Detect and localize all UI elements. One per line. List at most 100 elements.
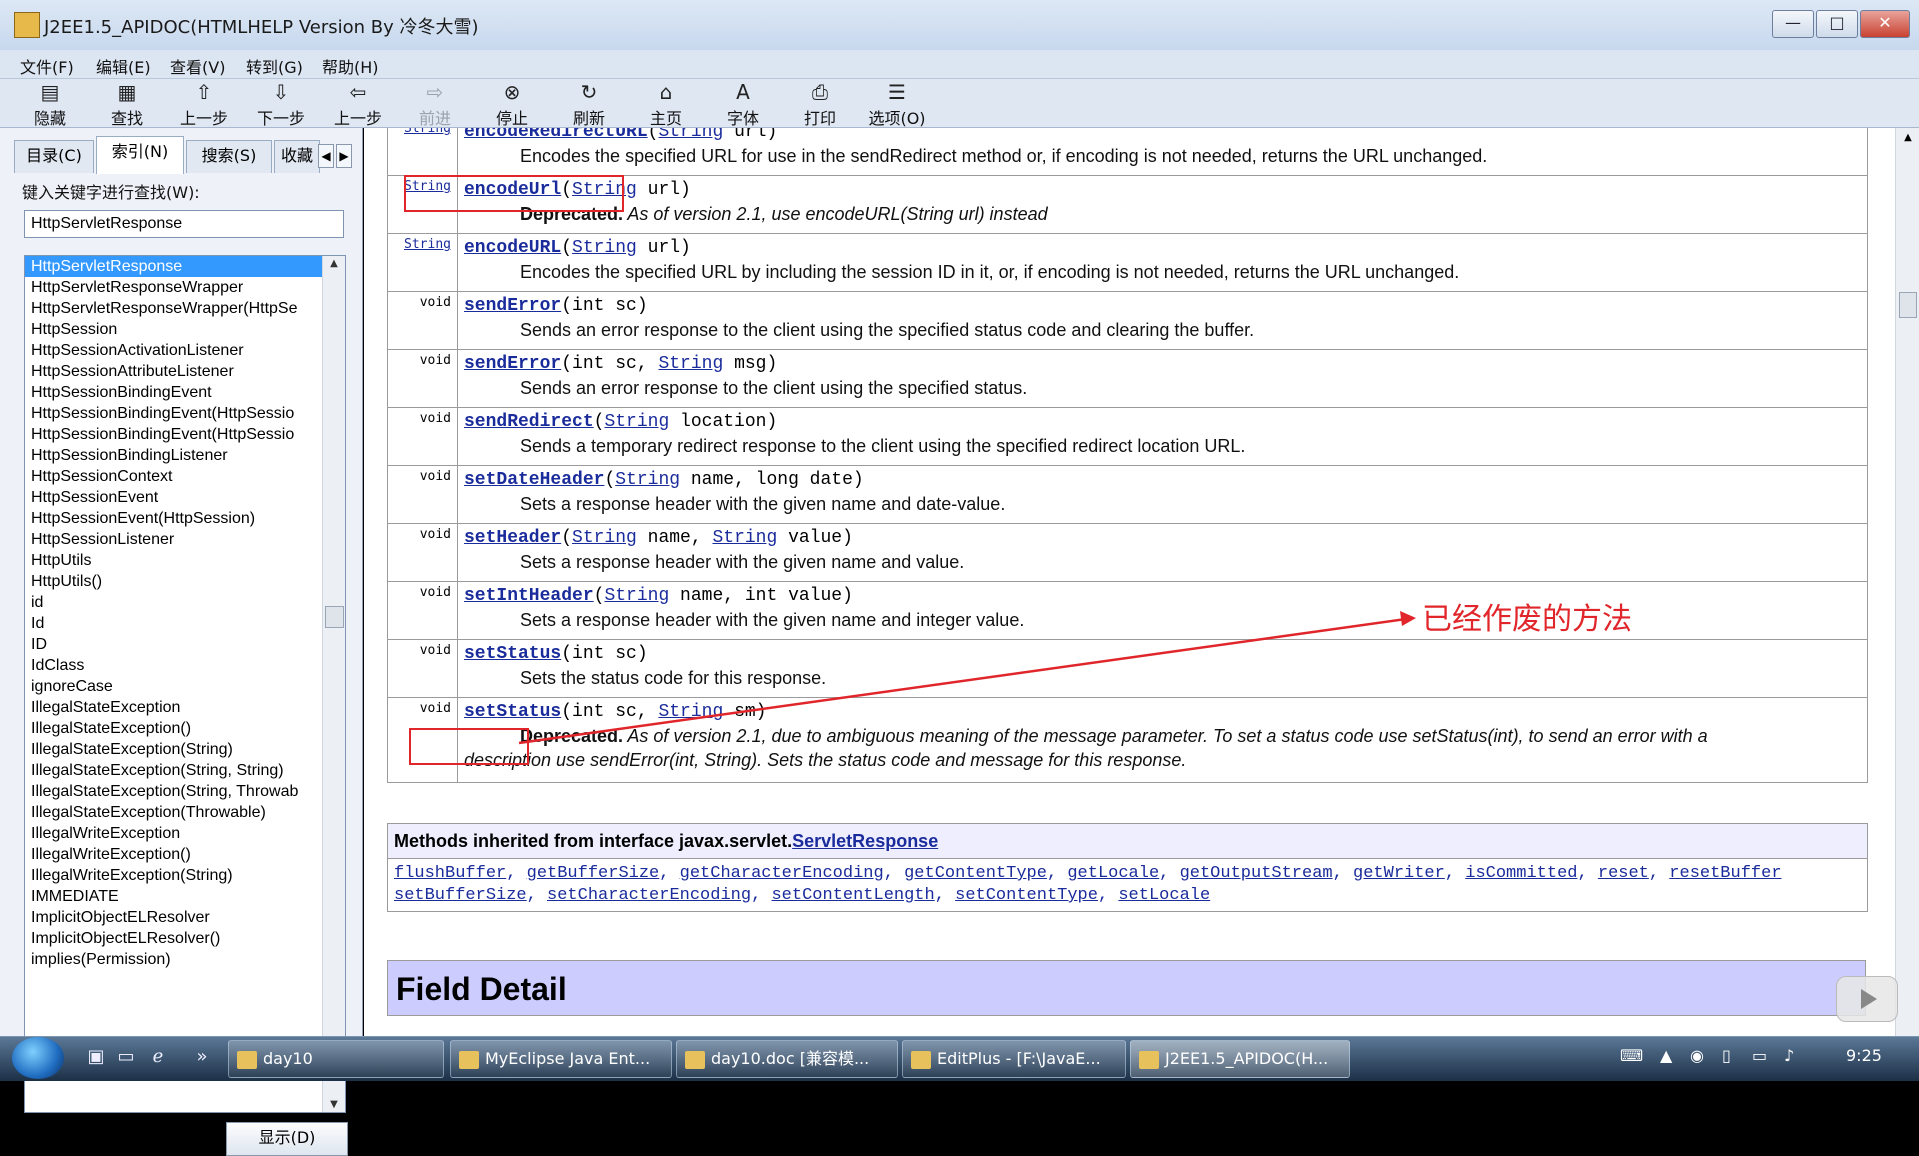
index-list-item[interactable]: IllegalWriteException(String)	[25, 865, 345, 886]
start-button[interactable]	[12, 1037, 64, 1079]
inherited-method-link[interactable]: setBufferSize	[394, 886, 527, 905]
quicklaunch-overflow-icon[interactable]: »	[190, 1046, 214, 1070]
content-scrollbar[interactable]: ▲	[1895, 128, 1919, 1036]
menu-item[interactable]: 文件(F)	[20, 54, 74, 78]
method-name-link[interactable]: sendError	[464, 296, 561, 316]
menu-item[interactable]: 编辑(E)	[96, 54, 151, 78]
display-button[interactable]: 显示(D)	[226, 1122, 348, 1156]
show-desktop-icon[interactable]: ▣	[84, 1046, 108, 1070]
toolbar-button-4[interactable]: ⇦ 上一步	[328, 79, 388, 128]
servlet-response-link[interactable]: ServletResponse	[792, 831, 938, 851]
param-type-link[interactable]: String	[572, 528, 637, 548]
param-type-link[interactable]: String	[604, 412, 669, 432]
index-list-item[interactable]: IMMEDIATE	[25, 886, 345, 907]
method-name-link[interactable]: setStatus	[464, 702, 561, 722]
inherited-method-link[interactable]: setContentType	[955, 886, 1098, 905]
index-list-item[interactable]: HttpSessionListener	[25, 529, 345, 550]
index-list-item[interactable]: HttpSessionBindingListener	[25, 445, 345, 466]
param-type-link[interactable]: String	[658, 702, 723, 722]
index-list-item[interactable]: HttpSessionActivationListener	[25, 340, 345, 361]
scroll-up-icon[interactable]: ▲	[323, 258, 345, 269]
menu-item[interactable]: 转到(G)	[246, 54, 303, 78]
inherited-method-link[interactable]: setCharacterEncoding	[547, 886, 751, 905]
index-list-item[interactable]: HttpSessionBindingEvent(HttpSessio	[25, 424, 345, 445]
toolbar-button-8[interactable]: ⌂ 主页	[636, 79, 696, 128]
inherited-method-link[interactable]: resetBuffer	[1669, 864, 1781, 883]
method-name-link[interactable]: setDateHeader	[464, 470, 604, 490]
tab-3[interactable]: 收藏	[274, 140, 320, 173]
monitor-icon[interactable]: ▭	[1752, 1046, 1767, 1065]
toolbar-button-2[interactable]: ⇧ 上一步	[174, 79, 234, 128]
index-list-item[interactable]: HttpSessionBindingEvent	[25, 382, 345, 403]
close-button[interactable]: ✕	[1860, 10, 1910, 38]
toolbar-button-9[interactable]: A 字体	[713, 79, 773, 128]
inherited-method-link[interactable]: getWriter	[1353, 864, 1445, 883]
tab-scroll-left-icon[interactable]: ◀	[318, 144, 334, 168]
index-list-item[interactable]: HttpServletResponseWrapper	[25, 277, 345, 298]
index-list-item[interactable]: IllegalWriteException()	[25, 844, 345, 865]
param-type-link[interactable]: String	[572, 238, 637, 258]
index-list-item[interactable]: IllegalStateException(String)	[25, 739, 345, 760]
method-name-link[interactable]: encodeRedirectURL	[464, 128, 648, 142]
index-list-item[interactable]: HttpSessionAttributeListener	[25, 361, 345, 382]
keyword-search-input[interactable]	[24, 210, 344, 238]
return-type-link[interactable]: String	[404, 128, 451, 136]
inherited-method-link[interactable]: getBufferSize	[527, 864, 660, 883]
index-list-item[interactable]: HttpSessionEvent	[25, 487, 345, 508]
scroll-thumb[interactable]	[325, 606, 344, 628]
minimize-button[interactable]: —	[1772, 10, 1814, 38]
toolbar-button-1[interactable]: ▦ 查找	[97, 79, 157, 128]
network-icon[interactable]: ◉	[1690, 1046, 1704, 1065]
device-icon[interactable]: ▯	[1722, 1046, 1731, 1065]
toolbar-button-3[interactable]: ⇩ 下一步	[251, 79, 311, 128]
index-list-item[interactable]: IllegalWriteException	[25, 823, 345, 844]
index-list-item[interactable]: IllegalStateException()	[25, 718, 345, 739]
index-list-item[interactable]: ImplicitObjectELResolver()	[25, 928, 345, 949]
taskbar-button[interactable]: day10.doc [兼容模...	[676, 1040, 898, 1078]
index-list-item[interactable]: HttpUtils	[25, 550, 345, 571]
index-list-item[interactable]: ImplicitObjectELResolver	[25, 907, 345, 928]
index-list-item[interactable]: implies(Permission)	[25, 949, 345, 970]
param-type-link[interactable]: String	[712, 528, 777, 548]
toolbar-button-6[interactable]: ⊗ 停止	[482, 79, 542, 128]
index-list-item[interactable]: IllegalStateException(Throwable)	[25, 802, 345, 823]
index-list-item[interactable]: Id	[25, 613, 345, 634]
inherited-method-link[interactable]: setContentLength	[771, 886, 934, 905]
inherited-method-link[interactable]: flushBuffer	[394, 864, 506, 883]
inherited-method-link[interactable]: setLocale	[1118, 886, 1210, 905]
index-list-item[interactable]: HttpSessionContext	[25, 466, 345, 487]
tab-2[interactable]: 搜索(S)	[186, 140, 272, 173]
method-name-link[interactable]: sendRedirect	[464, 412, 594, 432]
method-name-link[interactable]: sendError	[464, 354, 561, 374]
tab-scroll-right-icon[interactable]: ▶	[336, 144, 352, 168]
index-list-item[interactable]: HttpServletResponseWrapper(HttpSe	[25, 298, 345, 319]
index-list-item[interactable]: HttpSessionBindingEvent(HttpSessio	[25, 403, 345, 424]
index-list-item[interactable]: HttpServletResponse	[25, 256, 345, 277]
index-list-item[interactable]: HttpSessionEvent(HttpSession)	[25, 508, 345, 529]
method-name-link[interactable]: setStatus	[464, 644, 561, 664]
index-list-item[interactable]: IllegalStateException(String, String)	[25, 760, 345, 781]
taskbar-button[interactable]: J2EE1.5_APIDOC(H...	[1130, 1040, 1350, 1078]
index-list-item[interactable]: HttpSession	[25, 319, 345, 340]
play-icon[interactable]	[1836, 976, 1898, 1022]
volume-icon[interactable]: ♪	[1784, 1046, 1794, 1065]
toolbar-button-11[interactable]: ☰ 选项(O)	[867, 79, 927, 128]
taskbar-button[interactable]: MyEclipse Java Ent...	[450, 1040, 672, 1078]
tab-1[interactable]: 索引(N)	[96, 136, 184, 174]
toolbar-button-0[interactable]: ▤ 隐藏	[20, 79, 80, 128]
return-type-link[interactable]: String	[404, 237, 451, 252]
internet-explorer-icon[interactable]: ℯ	[146, 1046, 170, 1070]
index-list-item[interactable]: IllegalStateException	[25, 697, 345, 718]
menu-item[interactable]: 帮助(H)	[322, 54, 379, 78]
tray-expand-icon[interactable]: ▲	[1660, 1046, 1672, 1065]
method-name-link[interactable]: setHeader	[464, 528, 561, 548]
index-list-item[interactable]: ignoreCase	[25, 676, 345, 697]
index-list-scrollbar[interactable]: ▲ ▼	[322, 256, 345, 1112]
param-type-link[interactable]: String	[658, 128, 723, 142]
inherited-method-link[interactable]: getContentType	[904, 864, 1047, 883]
menu-item[interactable]: 查看(V)	[170, 54, 225, 78]
param-type-link[interactable]: String	[658, 354, 723, 374]
index-list-item[interactable]: HttpUtils()	[25, 571, 345, 592]
index-list[interactable]: HttpServletResponse HttpServletResponseWr…	[24, 255, 346, 1113]
scroll-down-icon[interactable]: ▼	[323, 1099, 345, 1110]
